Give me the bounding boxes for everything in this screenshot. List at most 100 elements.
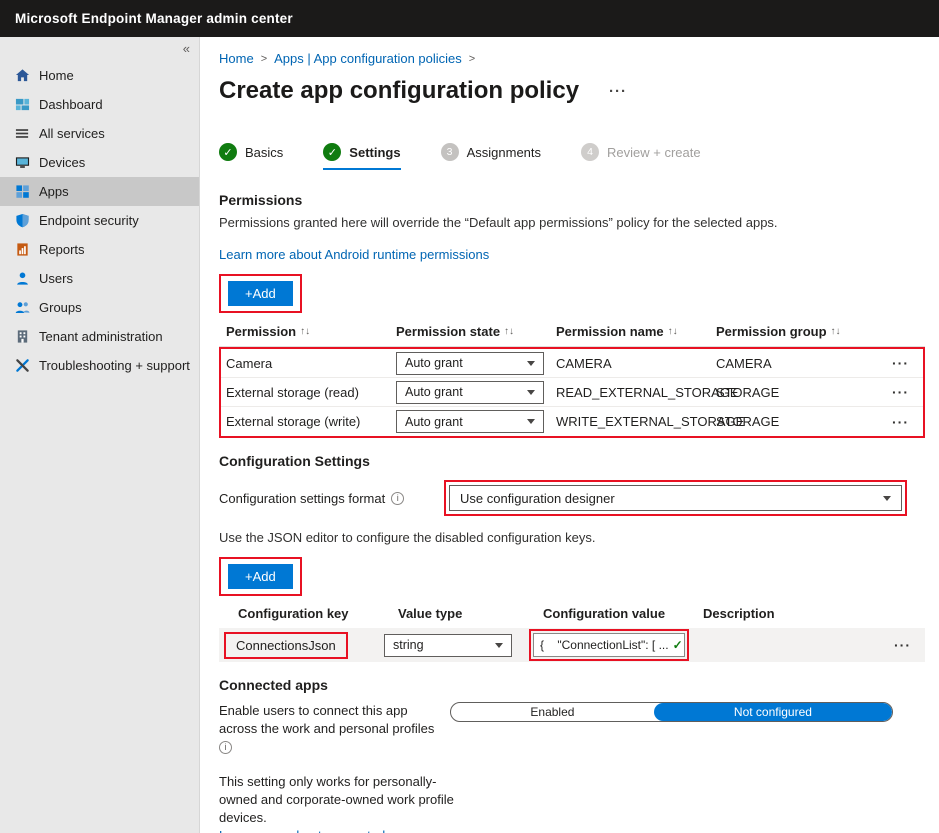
sidebar-item-users[interactable]: Users <box>0 264 199 293</box>
learn-more-permissions-link[interactable]: Learn more about Android runtime permiss… <box>219 247 489 262</box>
connected-apps-heading: Connected apps <box>219 677 925 693</box>
header-configuration-key[interactable]: Configuration key <box>238 606 398 621</box>
permission-name: External storage (write) <box>226 414 396 429</box>
groups-icon <box>15 300 30 315</box>
permission-name: Camera <box>226 356 396 371</box>
sort-icon: ↑↓ <box>300 326 310 337</box>
add-permission-button[interactable]: +Add <box>228 281 293 306</box>
sidebar-item-groups[interactable]: Groups <box>0 293 199 322</box>
header-description[interactable]: Description <box>703 606 881 621</box>
chevron-right-icon: > <box>469 53 475 65</box>
main-content: Home > Apps | App configuration policies… <box>200 37 939 833</box>
building-icon <box>15 329 30 344</box>
toggle-option-not-configured[interactable]: Not configured <box>654 703 892 721</box>
sidebar-item-tenant-administration[interactable]: Tenant administration <box>0 322 199 351</box>
apps-icon <box>15 184 30 199</box>
row-more-icon[interactable]: ··· <box>879 384 923 400</box>
step-number: 3 <box>441 143 459 161</box>
configuration-settings-heading: Configuration Settings <box>219 453 925 469</box>
row-more-icon[interactable]: ··· <box>879 355 923 371</box>
app-title: Microsoft Endpoint Manager admin center <box>15 11 293 26</box>
sidebar-item-devices[interactable]: Devices <box>0 148 199 177</box>
configuration-key-value: ConnectionsJson <box>236 638 336 653</box>
sidebar-item-label: Home <box>39 68 74 83</box>
step-label: Review + create <box>607 145 701 160</box>
permission-state-select[interactable]: Auto grant <box>396 410 544 433</box>
permission-group: CAMERA <box>716 356 879 371</box>
breadcrumb-home[interactable]: Home <box>219 51 254 66</box>
chevron-down-icon <box>527 419 535 424</box>
row-more-icon[interactable]: ··· <box>881 637 925 653</box>
sidebar-item-home[interactable]: Home <box>0 61 199 90</box>
chevron-down-icon <box>527 361 535 366</box>
sidebar-item-label: Tenant administration <box>39 329 163 344</box>
title-more-icon[interactable]: ··· <box>609 83 627 100</box>
home-icon <box>15 68 30 83</box>
chevron-down-icon <box>883 496 891 501</box>
header-value-type[interactable]: Value type <box>398 606 543 621</box>
chevron-right-icon: > <box>261 53 267 65</box>
configuration-value-input[interactable]: { "ConnectionList": [ ... ✓ <box>533 633 685 657</box>
chevron-down-icon <box>527 390 535 395</box>
table-row: External storage (read) Auto grant READ_… <box>221 378 923 407</box>
page-title: Create app configuration policy <box>219 77 579 105</box>
header-permission-name[interactable]: Permission name ↑↓ <box>556 324 716 339</box>
sort-icon: ↑↓ <box>831 326 841 337</box>
header-permission-group[interactable]: Permission group ↑↓ <box>716 324 881 339</box>
permission-group: STORAGE <box>716 414 879 429</box>
sidebar-item-label: Dashboard <box>39 97 103 112</box>
row-more-icon[interactable]: ··· <box>879 414 923 430</box>
table-row: Camera Auto grant CAMERA CAMERA ··· <box>221 349 923 378</box>
permission-group: STORAGE <box>716 385 879 400</box>
header-permission-state[interactable]: Permission state ↑↓ <box>396 324 556 339</box>
sidebar: « Home Dashboard All services Devices Ap… <box>0 37 200 833</box>
sidebar-item-label: All services <box>39 126 105 141</box>
add-configuration-button[interactable]: +Add <box>228 564 293 589</box>
sidebar-item-endpoint-security[interactable]: Endpoint security <box>0 206 199 235</box>
header-configuration-value[interactable]: Configuration value <box>543 606 703 621</box>
add-configuration-highlight: +Add <box>219 557 302 596</box>
permission-state-select[interactable]: Auto grant <box>396 352 544 375</box>
step-label: Basics <box>245 145 283 160</box>
breadcrumb: Home > Apps | App configuration policies… <box>219 51 925 66</box>
permission-api-name: READ_EXTERNAL_STORAGE <box>556 385 716 400</box>
permission-state-select[interactable]: Auto grant <box>396 381 544 404</box>
permission-name: External storage (read) <box>226 385 396 400</box>
page-title-row: Create app configuration policy ··· <box>219 77 925 105</box>
learn-more-connected-apps-link[interactable]: Learn more about connected apps <box>219 827 417 833</box>
step-check-icon: ✓ <box>219 143 237 161</box>
wizard-step-assignments[interactable]: 3 Assignments <box>441 143 541 168</box>
connected-apps-toggle: Enabled Not configured <box>450 702 893 722</box>
permissions-rows-highlight: Camera Auto grant CAMERA CAMERA ··· Exte… <box>219 347 925 438</box>
format-select-highlight: Use configuration designer <box>444 480 907 516</box>
configuration-format-select[interactable]: Use configuration designer <box>449 485 902 511</box>
table-row: ConnectionsJson string { "ConnectionList… <box>219 628 925 662</box>
configuration-table: Configuration key Value type Configurati… <box>219 599 925 662</box>
sidebar-item-label: Reports <box>39 242 85 257</box>
wizard-step-review-create[interactable]: 4 Review + create <box>581 143 701 168</box>
permissions-table: Permission ↑↓ Permission state ↑↓ Permis… <box>219 317 925 438</box>
value-type-select[interactable]: string <box>384 634 512 657</box>
shield-icon <box>15 213 30 228</box>
connected-apps-label: Enable users to connect this app across … <box>219 702 444 755</box>
wizard-step-basics[interactable]: ✓ Basics <box>219 143 283 168</box>
configuration-format-row: Configuration settings format i Use conf… <box>219 480 925 516</box>
breadcrumb-current[interactable]: Apps | App configuration policies <box>274 51 462 66</box>
sidebar-item-label: Troubleshooting + support <box>39 358 190 373</box>
sidebar-item-label: Endpoint security <box>39 213 139 228</box>
sidebar-collapse-icon[interactable]: « <box>183 41 190 56</box>
sidebar-item-reports[interactable]: Reports <box>0 235 199 264</box>
configuration-table-header: Configuration key Value type Configurati… <box>219 599 925 628</box>
header-permission[interactable]: Permission ↑↓ <box>226 324 396 339</box>
sidebar-item-all-services[interactable]: All services <box>0 119 199 148</box>
toggle-option-enabled[interactable]: Enabled <box>451 703 654 721</box>
user-icon <box>15 271 30 286</box>
sidebar-item-label: Devices <box>39 155 85 170</box>
sidebar-item-label: Apps <box>39 184 69 199</box>
configuration-format-label-row: Configuration settings format i <box>219 491 444 506</box>
sidebar-item-troubleshooting[interactable]: Troubleshooting + support <box>0 351 199 380</box>
sidebar-item-dashboard[interactable]: Dashboard <box>0 90 199 119</box>
sidebar-item-apps[interactable]: Apps <box>0 177 199 206</box>
wizard-step-settings[interactable]: ✓ Settings <box>323 143 400 170</box>
permission-api-name: WRITE_EXTERNAL_STORAGE <box>556 414 716 429</box>
